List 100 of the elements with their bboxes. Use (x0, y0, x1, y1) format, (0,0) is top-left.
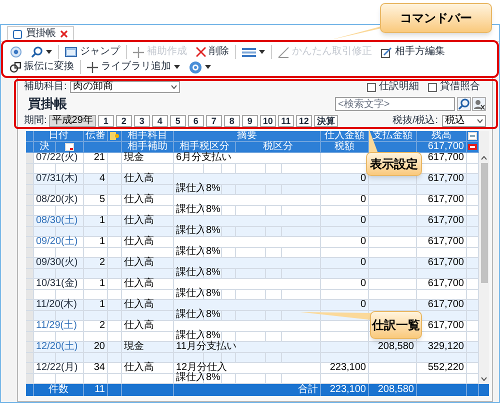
table-cell (321, 321, 369, 332)
table-cell (282, 332, 321, 342)
table-cell (282, 352, 321, 363)
table-cell (204, 164, 222, 174)
table-cell (34, 268, 56, 279)
table-cell (34, 226, 56, 237)
column-header: 支払金額 (369, 131, 417, 142)
column-header: 相手税区分 (174, 142, 236, 153)
month-button[interactable]: 5 (170, 115, 186, 127)
tab-close-button[interactable] (60, 30, 68, 38)
caret-icon (174, 65, 180, 69)
checkbox-label: 仕訳明細 (379, 82, 419, 92)
window-icon (65, 47, 77, 57)
month-button[interactable]: 8 (224, 115, 240, 127)
date-cell: 10/31(金) (34, 279, 84, 290)
table-cell: 223,100 (321, 363, 369, 374)
table-cell (236, 352, 266, 363)
table-cell (222, 184, 236, 195)
table-cell (467, 332, 479, 342)
month-button[interactable]: 11 (278, 115, 294, 127)
table-cell (34, 206, 56, 216)
month-button[interactable]: 12 (296, 115, 312, 127)
table-cell (108, 216, 122, 226)
footer-cell (467, 384, 479, 396)
tax-mode-dropdown[interactable]: 税込 (442, 115, 486, 127)
table-cell (369, 248, 417, 258)
document-tab[interactable]: 買掛帳 (7, 26, 74, 41)
table-cell: 0 (321, 174, 369, 184)
table-cell (266, 352, 282, 363)
table-cell (417, 184, 467, 195)
month-button[interactable]: 3 (134, 115, 150, 127)
toolbar-button[interactable]: 振伝に変換 (7, 60, 77, 74)
month-button[interactable]: 2 (116, 115, 132, 127)
table-cell: 1 (84, 237, 108, 248)
calendar-icon (65, 143, 74, 151)
table-cell (369, 195, 417, 206)
search-field[interactable]: <検索文字> (335, 97, 455, 111)
toolbar-button[interactable]: 削除 (193, 44, 232, 60)
scrollbar[interactable] (479, 153, 489, 384)
table-cell: 1 (84, 279, 108, 290)
toolbar-button[interactable]: ジャンプ (62, 44, 123, 60)
month-button[interactable]: 4 (152, 115, 168, 127)
table-cell (84, 226, 108, 237)
table-cell: 2 (84, 321, 108, 332)
table-cell (369, 268, 417, 279)
list-icon (242, 48, 256, 56)
table-cell: 仕入高 (122, 321, 174, 332)
month-button[interactable]: 9 (242, 115, 258, 127)
date-cell: 12/22(月) (34, 363, 84, 374)
toolbar-button[interactable]: 相手方編集 (378, 44, 448, 60)
table-cell (467, 184, 479, 195)
footer-label: 件数 (34, 384, 84, 396)
table-cell (204, 352, 222, 363)
table-cell: 1 (84, 300, 108, 310)
table-cell (34, 374, 56, 384)
table-cell (369, 279, 417, 290)
column-header: 摘要 (174, 131, 321, 142)
month-button[interactable]: 10 (260, 115, 276, 127)
checkbox[interactable] (367, 82, 376, 92)
table-cell: 8% (204, 290, 222, 300)
month-button[interactable]: 6 (188, 115, 204, 127)
column-header: 日付 (34, 131, 84, 142)
toolbar-button[interactable]: ライブラリ追加 (84, 60, 183, 74)
search-icon (31, 46, 43, 58)
table-cell (282, 226, 321, 237)
sub-account-dropdown[interactable]: 肉の卸商 (70, 81, 180, 93)
date-cell: 12/20(土) (34, 342, 84, 352)
table-cell (122, 374, 174, 384)
checkbox[interactable] (428, 82, 437, 92)
table-cell: 208,580 (369, 342, 417, 352)
table-cell (369, 206, 417, 216)
clear-search-button[interactable] (472, 97, 486, 111)
callout: 表示設定 (366, 152, 422, 176)
table-cell: 仕入高 (122, 300, 174, 310)
month-button[interactable]: 決算 (314, 115, 338, 127)
table-cell (84, 206, 108, 216)
scrollbar-thumb[interactable] (480, 163, 488, 283)
date-cell: 11/29(土) (34, 321, 84, 332)
table-cell: 0 (321, 300, 369, 310)
table-cell (467, 226, 479, 237)
document-icon (13, 30, 22, 38)
era-button[interactable]: 平成29年 (48, 115, 96, 127)
table-cell: 8% (204, 374, 222, 384)
table-cell (108, 352, 122, 363)
month-button[interactable]: 7 (206, 115, 222, 127)
table-cell (174, 164, 204, 174)
table-cell: 0 (321, 279, 369, 290)
table-cell (108, 184, 122, 195)
table-cell (56, 268, 84, 279)
close-icon (60, 30, 68, 38)
table-cell: 仕入高 (122, 195, 174, 206)
table-cell (108, 237, 122, 248)
table-cell: 21 (84, 153, 108, 164)
table-cell (56, 332, 84, 342)
table-cell (84, 184, 108, 195)
table-cell (108, 321, 122, 332)
month-button[interactable]: 1 (98, 115, 114, 127)
search-button[interactable] (457, 97, 471, 111)
table-cell (84, 310, 108, 321)
table-cell: 8% (204, 310, 222, 321)
